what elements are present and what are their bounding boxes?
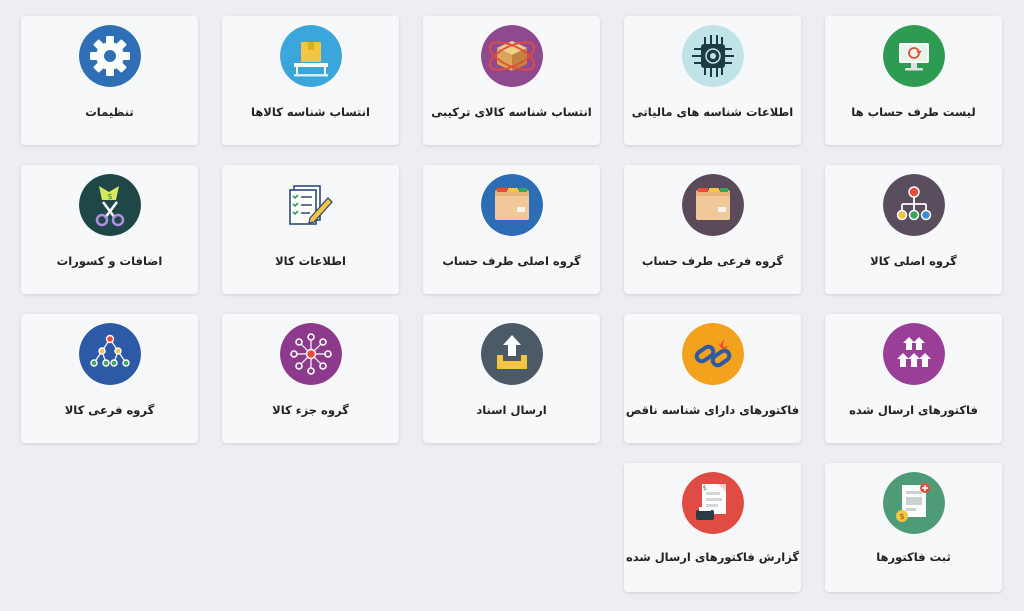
tile-main-product-group[interactable]: گروه اصلی کالا (825, 165, 1002, 294)
tile-label: اضافات و کسورات (56, 254, 163, 268)
tile-label: گروه اصلی کالا (870, 254, 957, 268)
tile-assign-product-ids[interactable]: انتساب شناسه کالاها (222, 16, 399, 145)
monitor-refresh-icon (882, 25, 945, 87)
tile-sent-invoices[interactable]: فاکتورهای ارسال شده (825, 314, 1002, 443)
tile-label: گزارش فاکتورهای ارسال شده (625, 550, 800, 564)
tile-label: اطلاعات شناسه های مالیاتی (631, 105, 794, 119)
hierarchy-icon (882, 174, 945, 236)
tile-label: گروه فرعی طرف حساب (641, 254, 784, 268)
menu-grid: لیست طرف حساب ها اطلاعات شناسه های مالیا… (21, 16, 1002, 592)
tile-product-part-group[interactable]: گروه جزء کالا (222, 314, 399, 443)
upload-tray-icon (480, 323, 543, 385)
tile-label: اطلاعات کالا (275, 254, 346, 268)
tile-label: گروه اصلی طرف حساب (442, 254, 581, 268)
folder-icon (480, 174, 543, 236)
svg-text:$: $ (899, 512, 904, 521)
tile-register-invoices[interactable]: $ ثبت فاکتورها (825, 463, 1002, 592)
invoice-report-icon: $ (681, 472, 744, 534)
tile-account-main-group[interactable]: گروه اصلی طرف حساب (423, 165, 600, 294)
tile-label: انتساب شناسه کالای ترکیبی (431, 105, 592, 119)
radial-network-icon (279, 323, 342, 385)
tile-send-documents[interactable]: ارسال اسناد (423, 314, 600, 443)
tile-settings[interactable]: تنظیمات (21, 16, 198, 145)
tile-invoices-incomplete-id[interactable]: فاکتورهای دارای شناسه ناقص (624, 314, 801, 443)
tile-label: فاکتورهای دارای شناسه ناقص (625, 403, 800, 417)
box-orbit-icon (480, 25, 543, 87)
arrows-up-icon (882, 323, 945, 385)
circuit-chip-icon (681, 25, 744, 87)
tile-additions-deductions[interactable]: $ اضافات و کسورات (21, 165, 198, 294)
tile-label: ثبت فاکتورها (876, 550, 951, 564)
tile-product-info[interactable]: اطلاعات کالا (222, 165, 399, 294)
tile-label: تنظیمات (85, 105, 134, 119)
broken-link-icon (681, 323, 744, 385)
folder-icon (681, 174, 744, 236)
tile-label: ارسال اسناد (476, 403, 547, 417)
tile-assign-composite-product-id[interactable]: انتساب شناسه کالای ترکیبی (423, 16, 600, 145)
tile-label: انتساب شناسه کالاها (251, 105, 371, 119)
tree-network-icon (78, 323, 141, 385)
package-conveyor-icon (279, 25, 342, 87)
scissors-money-icon: $ (78, 174, 141, 236)
tile-label: لیست طرف حساب ها (851, 105, 976, 119)
checklist-pencil-icon (280, 174, 342, 236)
tile-sent-invoices-report[interactable]: $ گزارش فاکتورهای ارسال شده (624, 463, 801, 592)
tile-label: فاکتورهای ارسال شده (849, 403, 978, 417)
tile-label: گروه فرعی کالا (64, 403, 155, 417)
gear-icon (78, 25, 141, 87)
svg-text:$: $ (107, 192, 112, 201)
tile-account-subgroup[interactable]: گروه فرعی طرف حساب (624, 165, 801, 294)
tile-tax-identifiers-info[interactable]: اطلاعات شناسه های مالیاتی (624, 16, 801, 145)
svg-text:$: $ (702, 484, 706, 492)
tile-account-parties-list[interactable]: لیست طرف حساب ها (825, 16, 1002, 145)
tile-product-subgroup[interactable]: گروه فرعی کالا (21, 314, 198, 443)
tile-label: گروه جزء کالا (272, 403, 349, 417)
invoice-add-icon: $ (882, 472, 945, 534)
